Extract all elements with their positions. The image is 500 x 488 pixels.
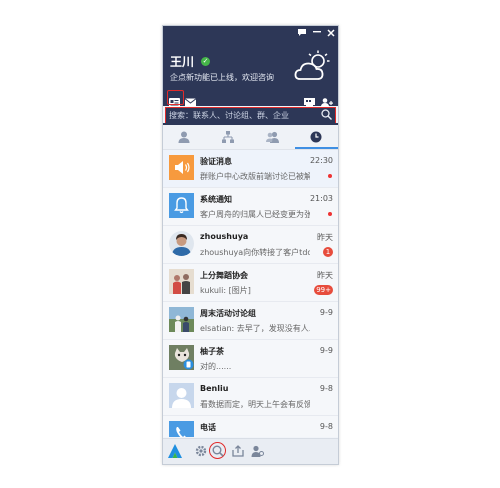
search-icon[interactable] bbox=[321, 109, 332, 120]
search-bar[interactable] bbox=[165, 107, 336, 124]
conversation-list[interactable]: 验证消息 群账户中心改版前端讨论已被解散 22:30 系统通知 客户周舟的归属人… bbox=[163, 150, 338, 437]
speaker-icon bbox=[169, 155, 194, 180]
minimize-icon[interactable] bbox=[313, 27, 321, 38]
feedback-icon[interactable] bbox=[298, 29, 306, 40]
group-photo bbox=[169, 269, 194, 294]
bottom-toolbar bbox=[163, 438, 338, 464]
cat-photo bbox=[169, 345, 194, 370]
search-input[interactable] bbox=[169, 109, 317, 121]
conversation-time: 9-9 bbox=[319, 308, 333, 317]
list-item[interactable]: 系统通知 客户周舟的归属人已经变更为张三 21:03 bbox=[163, 188, 338, 226]
online-status-icon[interactable]: ✓ bbox=[201, 57, 210, 66]
conversation-name: 上分舞蹈协会 bbox=[200, 271, 248, 280]
main-tabs bbox=[163, 125, 338, 150]
conversation-time: 9-9 bbox=[319, 346, 333, 355]
mail-icon[interactable] bbox=[184, 92, 197, 107]
conversation-name: zhoushuya bbox=[200, 232, 249, 241]
highlight-box bbox=[167, 90, 184, 105]
conversation-time: 22:30 bbox=[309, 156, 333, 165]
conversation-preview: elsatian: 去早了，发现没有人... bbox=[200, 324, 310, 333]
profile-header: 王川 ✓ 企点新功能已上线，欢迎咨询 bbox=[163, 26, 338, 107]
conversation-preview: zhoushuya向你转接了客户tdd... bbox=[200, 248, 310, 257]
app-logo-icon[interactable] bbox=[168, 444, 182, 458]
phone-icon bbox=[169, 421, 194, 437]
tab-recent[interactable] bbox=[295, 125, 338, 149]
conversation-time: 9-8 bbox=[319, 384, 333, 393]
list-item[interactable]: 柚子茶 对的...... 9-9 bbox=[163, 340, 338, 378]
user-name[interactable]: 王川 bbox=[170, 53, 194, 70]
conversation-name: 电话 bbox=[200, 423, 216, 432]
conversation-name: 验证消息 bbox=[200, 157, 232, 166]
conversation-time: 21:03 bbox=[309, 194, 333, 203]
active-tab-indicator bbox=[295, 147, 338, 149]
gear-icon[interactable] bbox=[195, 445, 207, 457]
tab-groups[interactable] bbox=[251, 125, 294, 149]
unread-badge: 1 bbox=[323, 247, 333, 257]
add-contact-icon[interactable] bbox=[321, 92, 333, 107]
list-item[interactable]: 周末活动讨论组 elsatian: 去早了，发现没有人... 9-9 bbox=[163, 302, 338, 340]
list-item[interactable]: Benliu 看数据而定，明天上午会有反馈 9-8 bbox=[163, 378, 338, 416]
clock-icon bbox=[310, 131, 322, 143]
user-signature[interactable]: 企点新功能已上线，欢迎咨询 bbox=[170, 72, 274, 83]
contact-manager-icon[interactable] bbox=[251, 445, 264, 457]
conversation-name: Benliu bbox=[200, 384, 229, 393]
conversation-name: 系统通知 bbox=[200, 195, 232, 204]
conversation-name: 柚子茶 bbox=[200, 347, 224, 356]
list-item[interactable]: 上分舞蹈协会 kukuli: [图片] 昨天 99+ bbox=[163, 264, 338, 302]
list-item[interactable]: 验证消息 群账户中心改版前端讨论已被解散 22:30 bbox=[163, 150, 338, 188]
conversation-preview: 群账户中心改版前端讨论已被解散 bbox=[200, 172, 310, 181]
conversation-time: 9-8 bbox=[319, 422, 333, 431]
conversation-preview: kukuli: [图片] bbox=[200, 286, 251, 295]
weather-cloudy-icon[interactable] bbox=[294, 50, 330, 82]
org-tree-icon bbox=[222, 131, 234, 143]
person-photo bbox=[169, 231, 194, 256]
mobile-online-icon bbox=[183, 359, 194, 370]
unread-badge: 99+ bbox=[314, 285, 333, 295]
conversation-name: 周末活动讨论组 bbox=[200, 309, 256, 318]
unread-dot bbox=[328, 212, 332, 216]
conversation-preview: 看数据而定，明天上午会有反馈 bbox=[200, 400, 310, 409]
person-icon bbox=[178, 131, 190, 143]
chat-board-icon[interactable] bbox=[304, 92, 315, 107]
close-icon[interactable] bbox=[327, 29, 335, 40]
list-item[interactable]: 电话 9-8 bbox=[163, 416, 338, 437]
find-icon[interactable] bbox=[212, 445, 224, 457]
tab-contacts[interactable] bbox=[163, 125, 206, 149]
conversation-time: 昨天 bbox=[317, 271, 333, 280]
tab-organization[interactable] bbox=[207, 125, 250, 149]
group-icon bbox=[266, 131, 279, 143]
group-photo bbox=[169, 307, 194, 332]
bell-icon bbox=[169, 193, 194, 218]
unread-dot bbox=[328, 174, 332, 178]
default-avatar bbox=[169, 383, 194, 408]
file-transfer-icon[interactable] bbox=[232, 445, 244, 457]
list-item[interactable]: zhoushuya zhoushuya向你转接了客户tdd... 昨天 1 bbox=[163, 226, 338, 264]
conversation-preview: 客户周舟的归属人已经变更为张三 bbox=[200, 210, 310, 219]
conversation-preview: 对的...... bbox=[200, 362, 232, 371]
conversation-time: 昨天 bbox=[317, 233, 333, 242]
im-main-window: 王川 ✓ 企点新功能已上线，欢迎咨询 搜索：联系人、讨论组、群、企业 验证消息 … bbox=[162, 25, 339, 465]
